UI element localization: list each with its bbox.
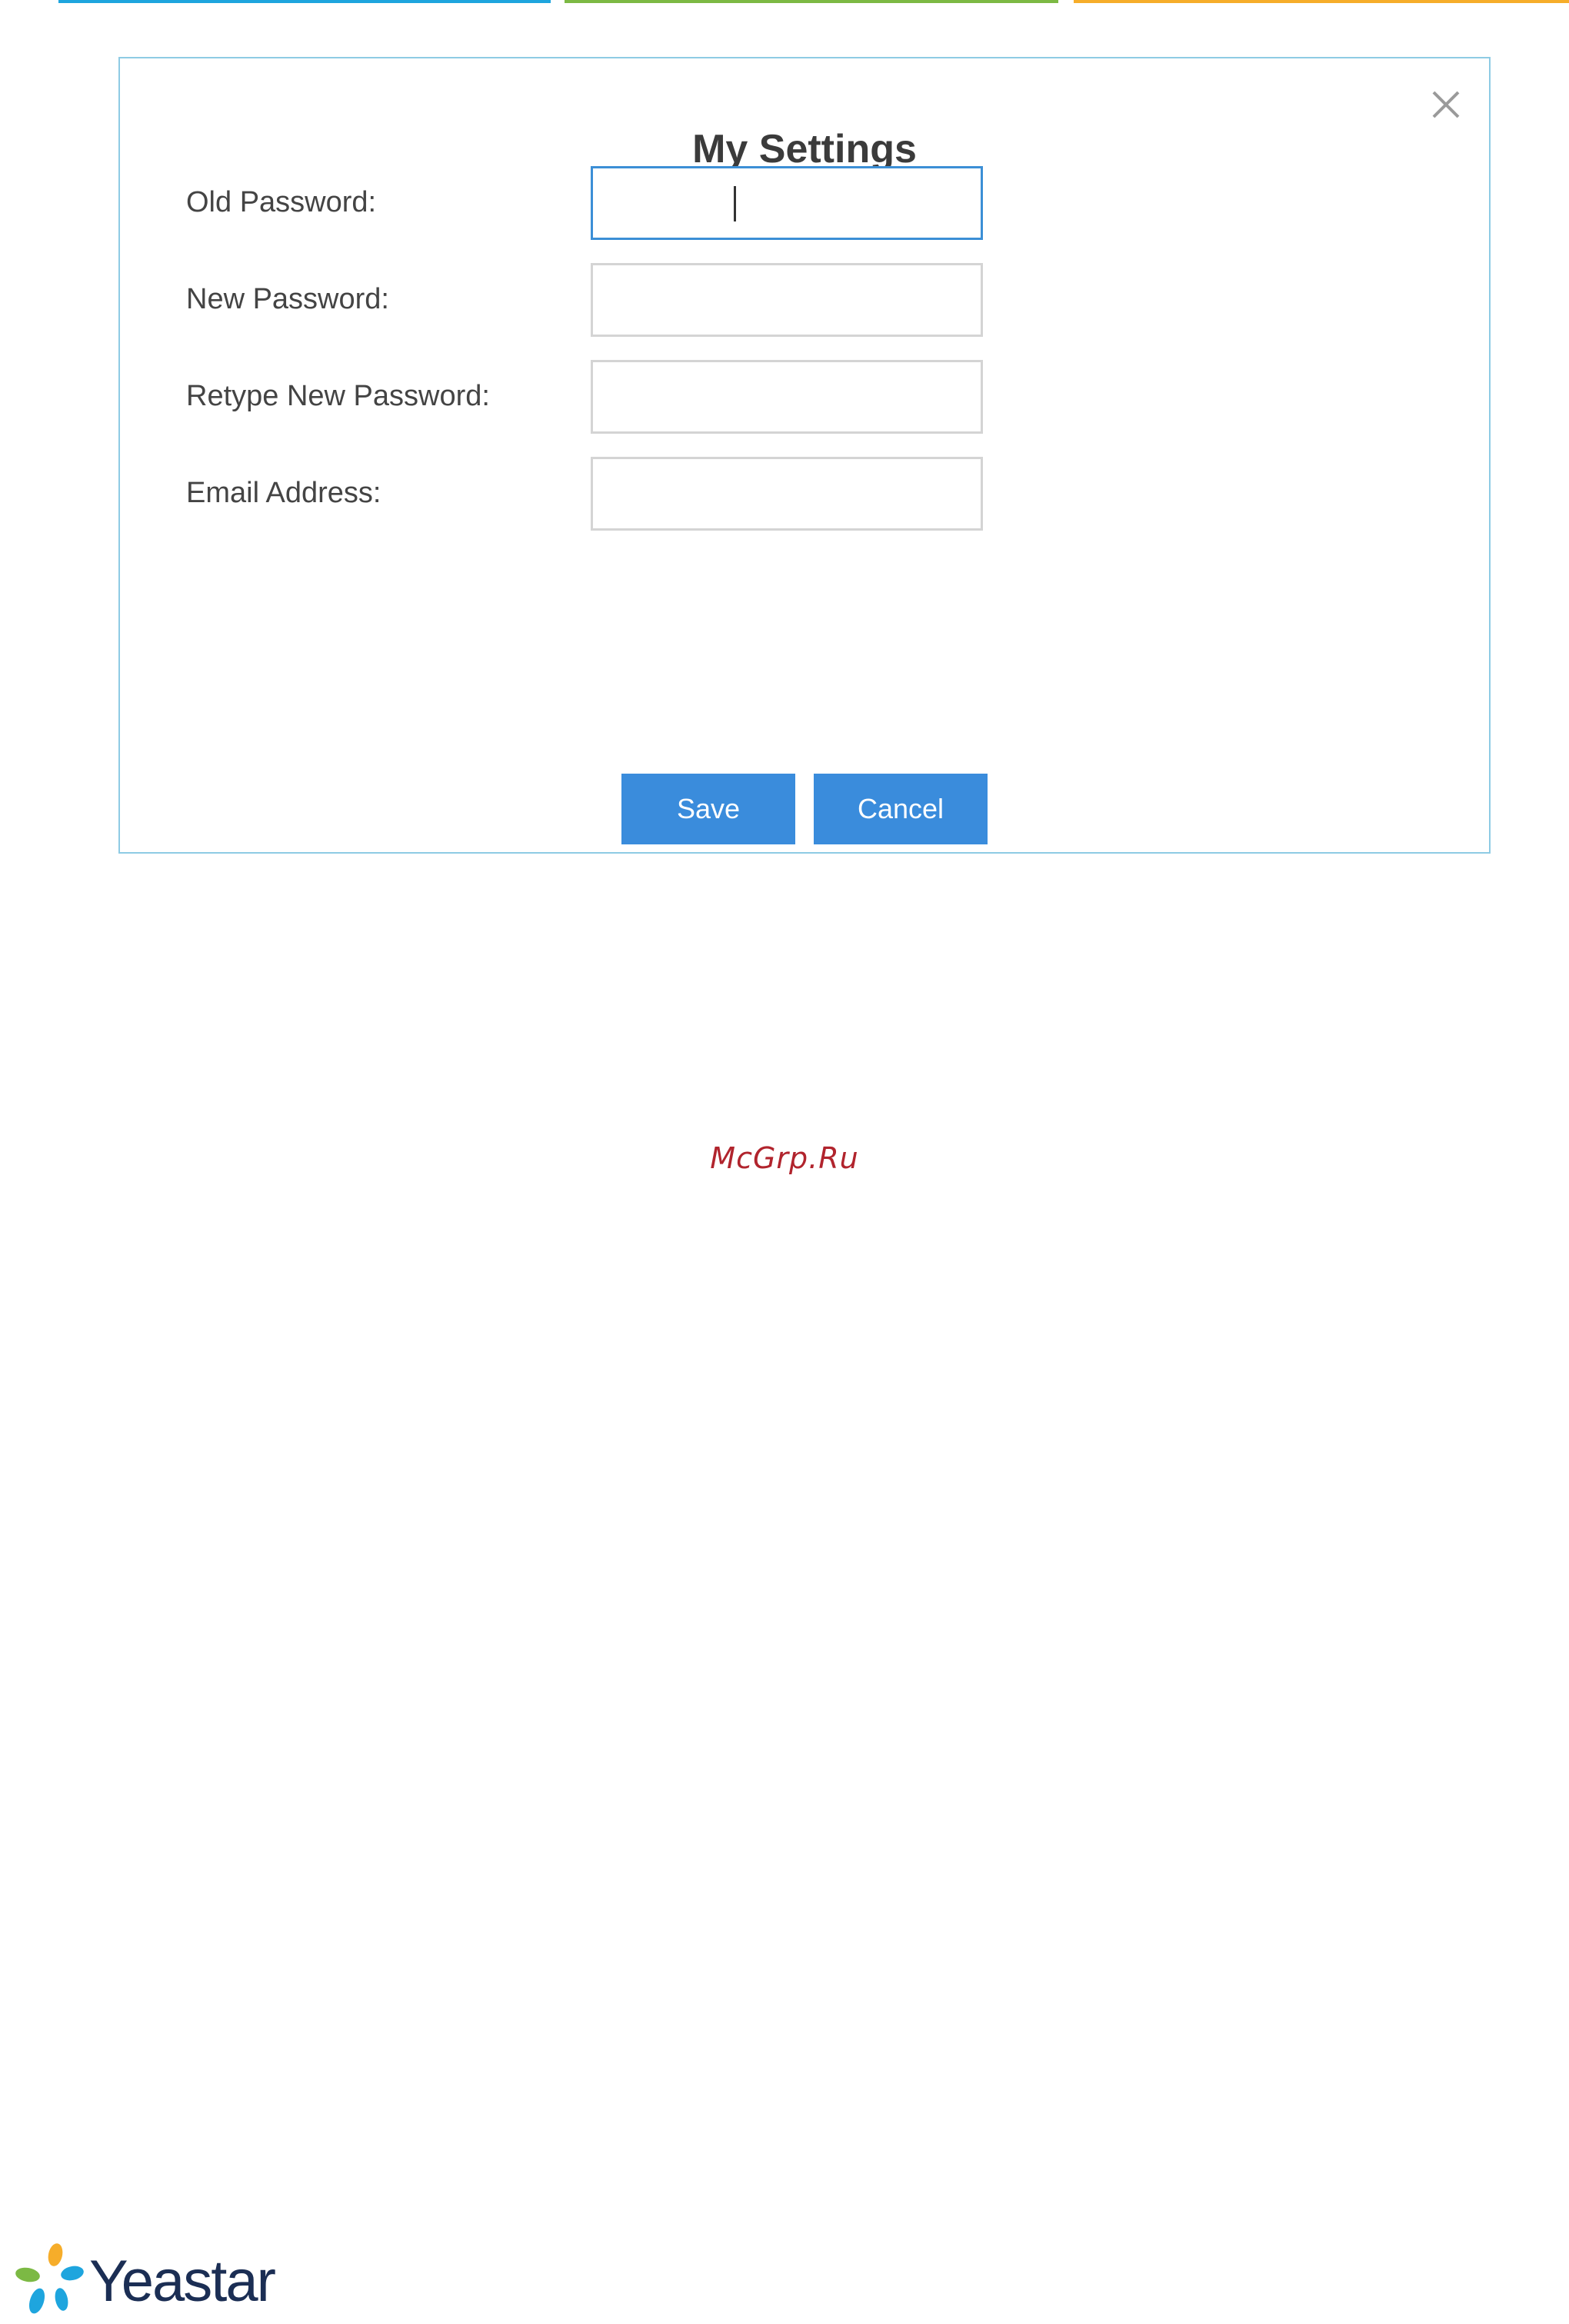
my-settings-dialog: My Settings Old Password: New Password: … <box>118 57 1491 854</box>
text-caret <box>734 186 736 221</box>
yeastar-logo-icon <box>15 2243 84 2314</box>
top-bar-orange <box>1074 0 1569 3</box>
email-address-row: Email Address: <box>120 457 1489 531</box>
retype-password-label: Retype New Password: <box>186 380 490 412</box>
old-password-row: Old Password: <box>120 166 1489 240</box>
dialog-title: My Settings <box>692 127 917 171</box>
watermark-text: McGrp.Ru <box>710 1141 859 1175</box>
close-icon[interactable] <box>1423 82 1469 128</box>
cancel-button[interactable]: Cancel <box>814 774 988 844</box>
logo-text: Yeastar <box>89 2248 276 2314</box>
top-bar-blue <box>58 0 551 3</box>
yeastar-logo: Yeastar <box>14 2242 276 2319</box>
old-password-label: Old Password: <box>186 186 377 218</box>
new-password-row: New Password: <box>120 263 1489 337</box>
old-password-input[interactable] <box>591 166 983 240</box>
retype-password-input[interactable] <box>591 360 983 434</box>
new-password-input[interactable] <box>591 263 983 337</box>
email-address-input[interactable] <box>591 457 983 531</box>
save-button[interactable]: Save <box>621 774 795 844</box>
new-password-label: New Password: <box>186 283 389 315</box>
top-bar-green <box>565 0 1058 3</box>
email-address-label: Email Address: <box>186 477 381 509</box>
retype-password-row: Retype New Password: <box>120 360 1489 434</box>
